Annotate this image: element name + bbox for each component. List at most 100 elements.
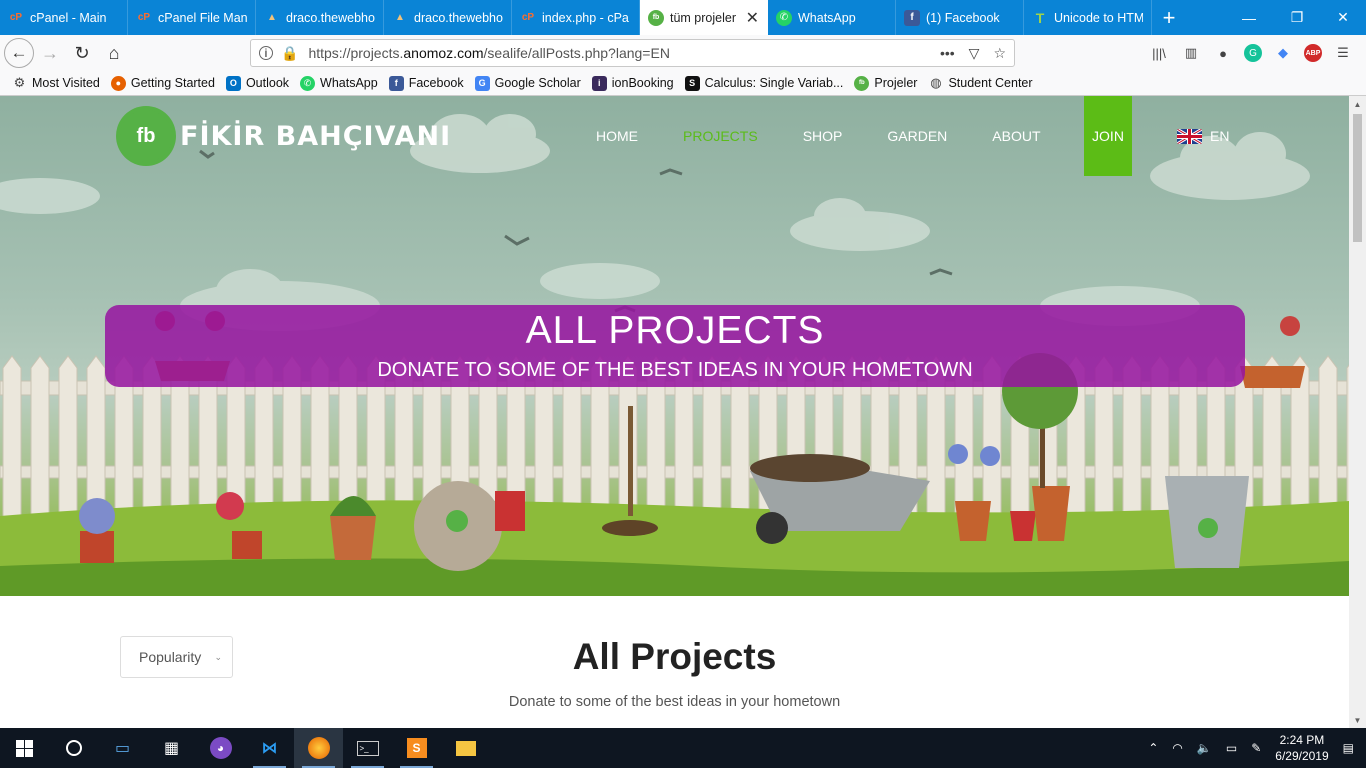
nav-projects[interactable]: PROJECTS (683, 128, 758, 144)
minimize-button[interactable]: — (1226, 0, 1272, 35)
scholar-cap-icon[interactable]: ◆ (1272, 42, 1294, 64)
pocket-icon[interactable]: ▽ (969, 45, 980, 62)
wifi-icon[interactable]: ◠ (1172, 741, 1182, 755)
bookmark-outlook[interactable]: O Outlook (225, 75, 290, 91)
taskbar-github[interactable]: ◕ (196, 728, 245, 768)
page-scrollbar[interactable]: ▲ ▼ (1349, 96, 1366, 728)
tab-facebook[interactable]: f (1) Facebook (896, 0, 1024, 35)
tab-title: draco.thewebho (414, 10, 503, 25)
gear-icon: ⚙ (13, 75, 26, 90)
bookmark-label: Projeler (874, 76, 918, 90)
reload-button[interactable]: ↻ (66, 37, 98, 69)
tab-draco-1[interactable]: ▲ draco.thewebho (256, 0, 384, 35)
taskbar-vscode[interactable]: ⋈ (245, 728, 294, 768)
section-subtitle: Donate to some of the best ideas in your… (508, 694, 841, 710)
home-button[interactable]: ⌂ (98, 37, 130, 69)
battery-icon[interactable]: ▭ (1226, 741, 1237, 755)
cpanel-icon: cP (9, 12, 23, 23)
image-viewer-icon: ▦ (163, 740, 180, 757)
adblock-icon[interactable]: ABP (1304, 44, 1322, 62)
grammarly-icon[interactable]: G (1244, 44, 1262, 62)
notifications-icon[interactable]: ▤ (1343, 741, 1354, 755)
tab-title: index.php - cPa (542, 10, 629, 25)
bookmark-label: Most Visited (32, 76, 100, 90)
server-icon: ▲ (267, 12, 277, 23)
restore-button[interactable]: ❐ (1274, 0, 1320, 35)
url-prefix: https://projects. (308, 45, 404, 61)
tab-whatsapp[interactable]: ✆ WhatsApp (768, 0, 896, 35)
page-actions-icon[interactable]: ••• (940, 45, 955, 62)
scholar-icon: G (474, 75, 490, 91)
nav-garden[interactable]: GARDEN (887, 128, 947, 144)
bookmark-student-center[interactable]: ◍ Student Center (928, 75, 1032, 91)
hero-banner: ALL PROJECTS DONATE TO SOME OF THE BEST … (105, 305, 1245, 387)
bookmark-label: Calculus: Single Variab... (704, 76, 844, 90)
site-logo[interactable]: fb FİKİR BAHÇIVANI (120, 110, 451, 162)
search-circle-icon (65, 740, 82, 756)
scrollbar-thumb[interactable] (1353, 114, 1362, 242)
tab-title: cPanel - Main (30, 10, 107, 25)
bookmark-facebook[interactable]: f Facebook (388, 75, 464, 91)
join-button[interactable]: JOIN (1084, 96, 1132, 176)
bookmark-star-icon[interactable]: ☆ (993, 45, 1006, 62)
bookmark-google-scholar[interactable]: G Google Scholar (474, 75, 581, 91)
clock[interactable]: 2:24 PM 6/29/2019 (1275, 732, 1328, 764)
bookmark-most-visited[interactable]: ⚙ Most Visited (12, 75, 100, 91)
taskbar-sublime[interactable]: S (392, 728, 441, 768)
fence-picket (30, 355, 50, 527)
main-nav: HOME PROJECTS SHOP GARDEN ABOUT (596, 96, 1086, 176)
terminal-icon: >_ (356, 740, 379, 756)
clock-date: 6/29/2019 (1275, 749, 1329, 763)
tab-index-php[interactable]: cP index.php - cPa (512, 0, 640, 35)
url-bar[interactable]: i 🔒 https://projects.anomoz.com/sealife/… (250, 39, 1015, 67)
tab-draco-2[interactable]: ▲ draco.thewebho (384, 0, 512, 35)
nav-home[interactable]: HOME (596, 128, 638, 144)
scroll-up-arrow-icon[interactable]: ▲ (1349, 96, 1366, 112)
bookmark-label: WhatsApp (320, 76, 378, 90)
scroll-down-arrow-icon[interactable]: ▼ (1349, 712, 1366, 728)
account-icon[interactable]: ● (1212, 42, 1234, 64)
start-button[interactable] (0, 728, 49, 768)
taskbar-firefox[interactable] (294, 728, 343, 768)
pen-icon[interactable]: ✎ (1251, 741, 1261, 755)
library-icon[interactable]: |||\ (1148, 42, 1170, 64)
back-button[interactable]: ← (4, 38, 34, 68)
bookmark-label: Getting Started (130, 76, 215, 90)
chevron-up-icon[interactable]: ⌃ (1148, 741, 1158, 755)
taskbar-terminal[interactable]: >_ (343, 728, 392, 768)
language-selector[interactable]: EN (1177, 128, 1229, 144)
tab-tum-projeler[interactable]: fb tüm projeler ✕ (640, 0, 768, 35)
close-window-button[interactable]: ✕ (1320, 0, 1366, 35)
search-button[interactable] (49, 728, 98, 768)
tab-title: cPanel File Mana (158, 10, 247, 25)
nav-shop[interactable]: SHOP (803, 128, 843, 144)
volume-muted-icon[interactable]: 🔈 (1197, 741, 1212, 755)
sidebar-icon[interactable]: ▥ (1180, 42, 1202, 64)
bookmark-label: Outlook (245, 76, 290, 90)
url-path: /sealife/allPosts.php?lang=EN (483, 45, 670, 61)
tab-cpanel-file-manager[interactable]: cP cPanel File Mana (128, 0, 256, 35)
windows-taskbar: ▭ ▦ ◕ ⋈ >_ S ⌃ ◠ 🔈 ▭ ✎ 2:24 PM 6/29/2019… (0, 728, 1366, 768)
new-tab-button[interactable]: + (1152, 0, 1186, 35)
bookmark-whatsapp[interactable]: ✆ WhatsApp (300, 75, 378, 91)
info-icon[interactable]: i (259, 46, 273, 60)
bookmark-getting-started[interactable]: ● Getting Started (110, 75, 215, 91)
fb-leaf-icon: fb (854, 75, 870, 91)
taskbar-file-explorer[interactable] (441, 728, 490, 768)
bookmark-calculus[interactable]: S Calculus: Single Variab... (684, 75, 844, 91)
page-viewport: fb FİKİR BAHÇIVANI HOME PROJECTS SHOP GA… (0, 96, 1349, 728)
windows-icon (16, 739, 33, 757)
nav-about[interactable]: ABOUT (992, 128, 1040, 144)
banner-title: ALL PROJECTS (525, 309, 825, 352)
bookmark-projeler[interactable]: fb Projeler (854, 75, 918, 91)
close-tab-icon[interactable]: ✕ (742, 8, 759, 28)
tab-cpanel-main[interactable]: cP cPanel - Main (0, 0, 128, 35)
url-text[interactable]: https://projects.anomoz.com/sealife/allP… (308, 45, 670, 61)
taskbar-app-1[interactable]: ▭ (98, 728, 147, 768)
forward-button[interactable]: → (34, 37, 66, 69)
bookmark-ionbooking[interactable]: i ionBooking (591, 75, 674, 91)
tab-unicode[interactable]: T Unicode to HTM (1024, 0, 1152, 35)
taskbar-app-2[interactable]: ▦ (147, 728, 196, 768)
menu-icon[interactable]: ☰ (1332, 42, 1354, 64)
lock-icon[interactable]: 🔒 (281, 45, 298, 62)
